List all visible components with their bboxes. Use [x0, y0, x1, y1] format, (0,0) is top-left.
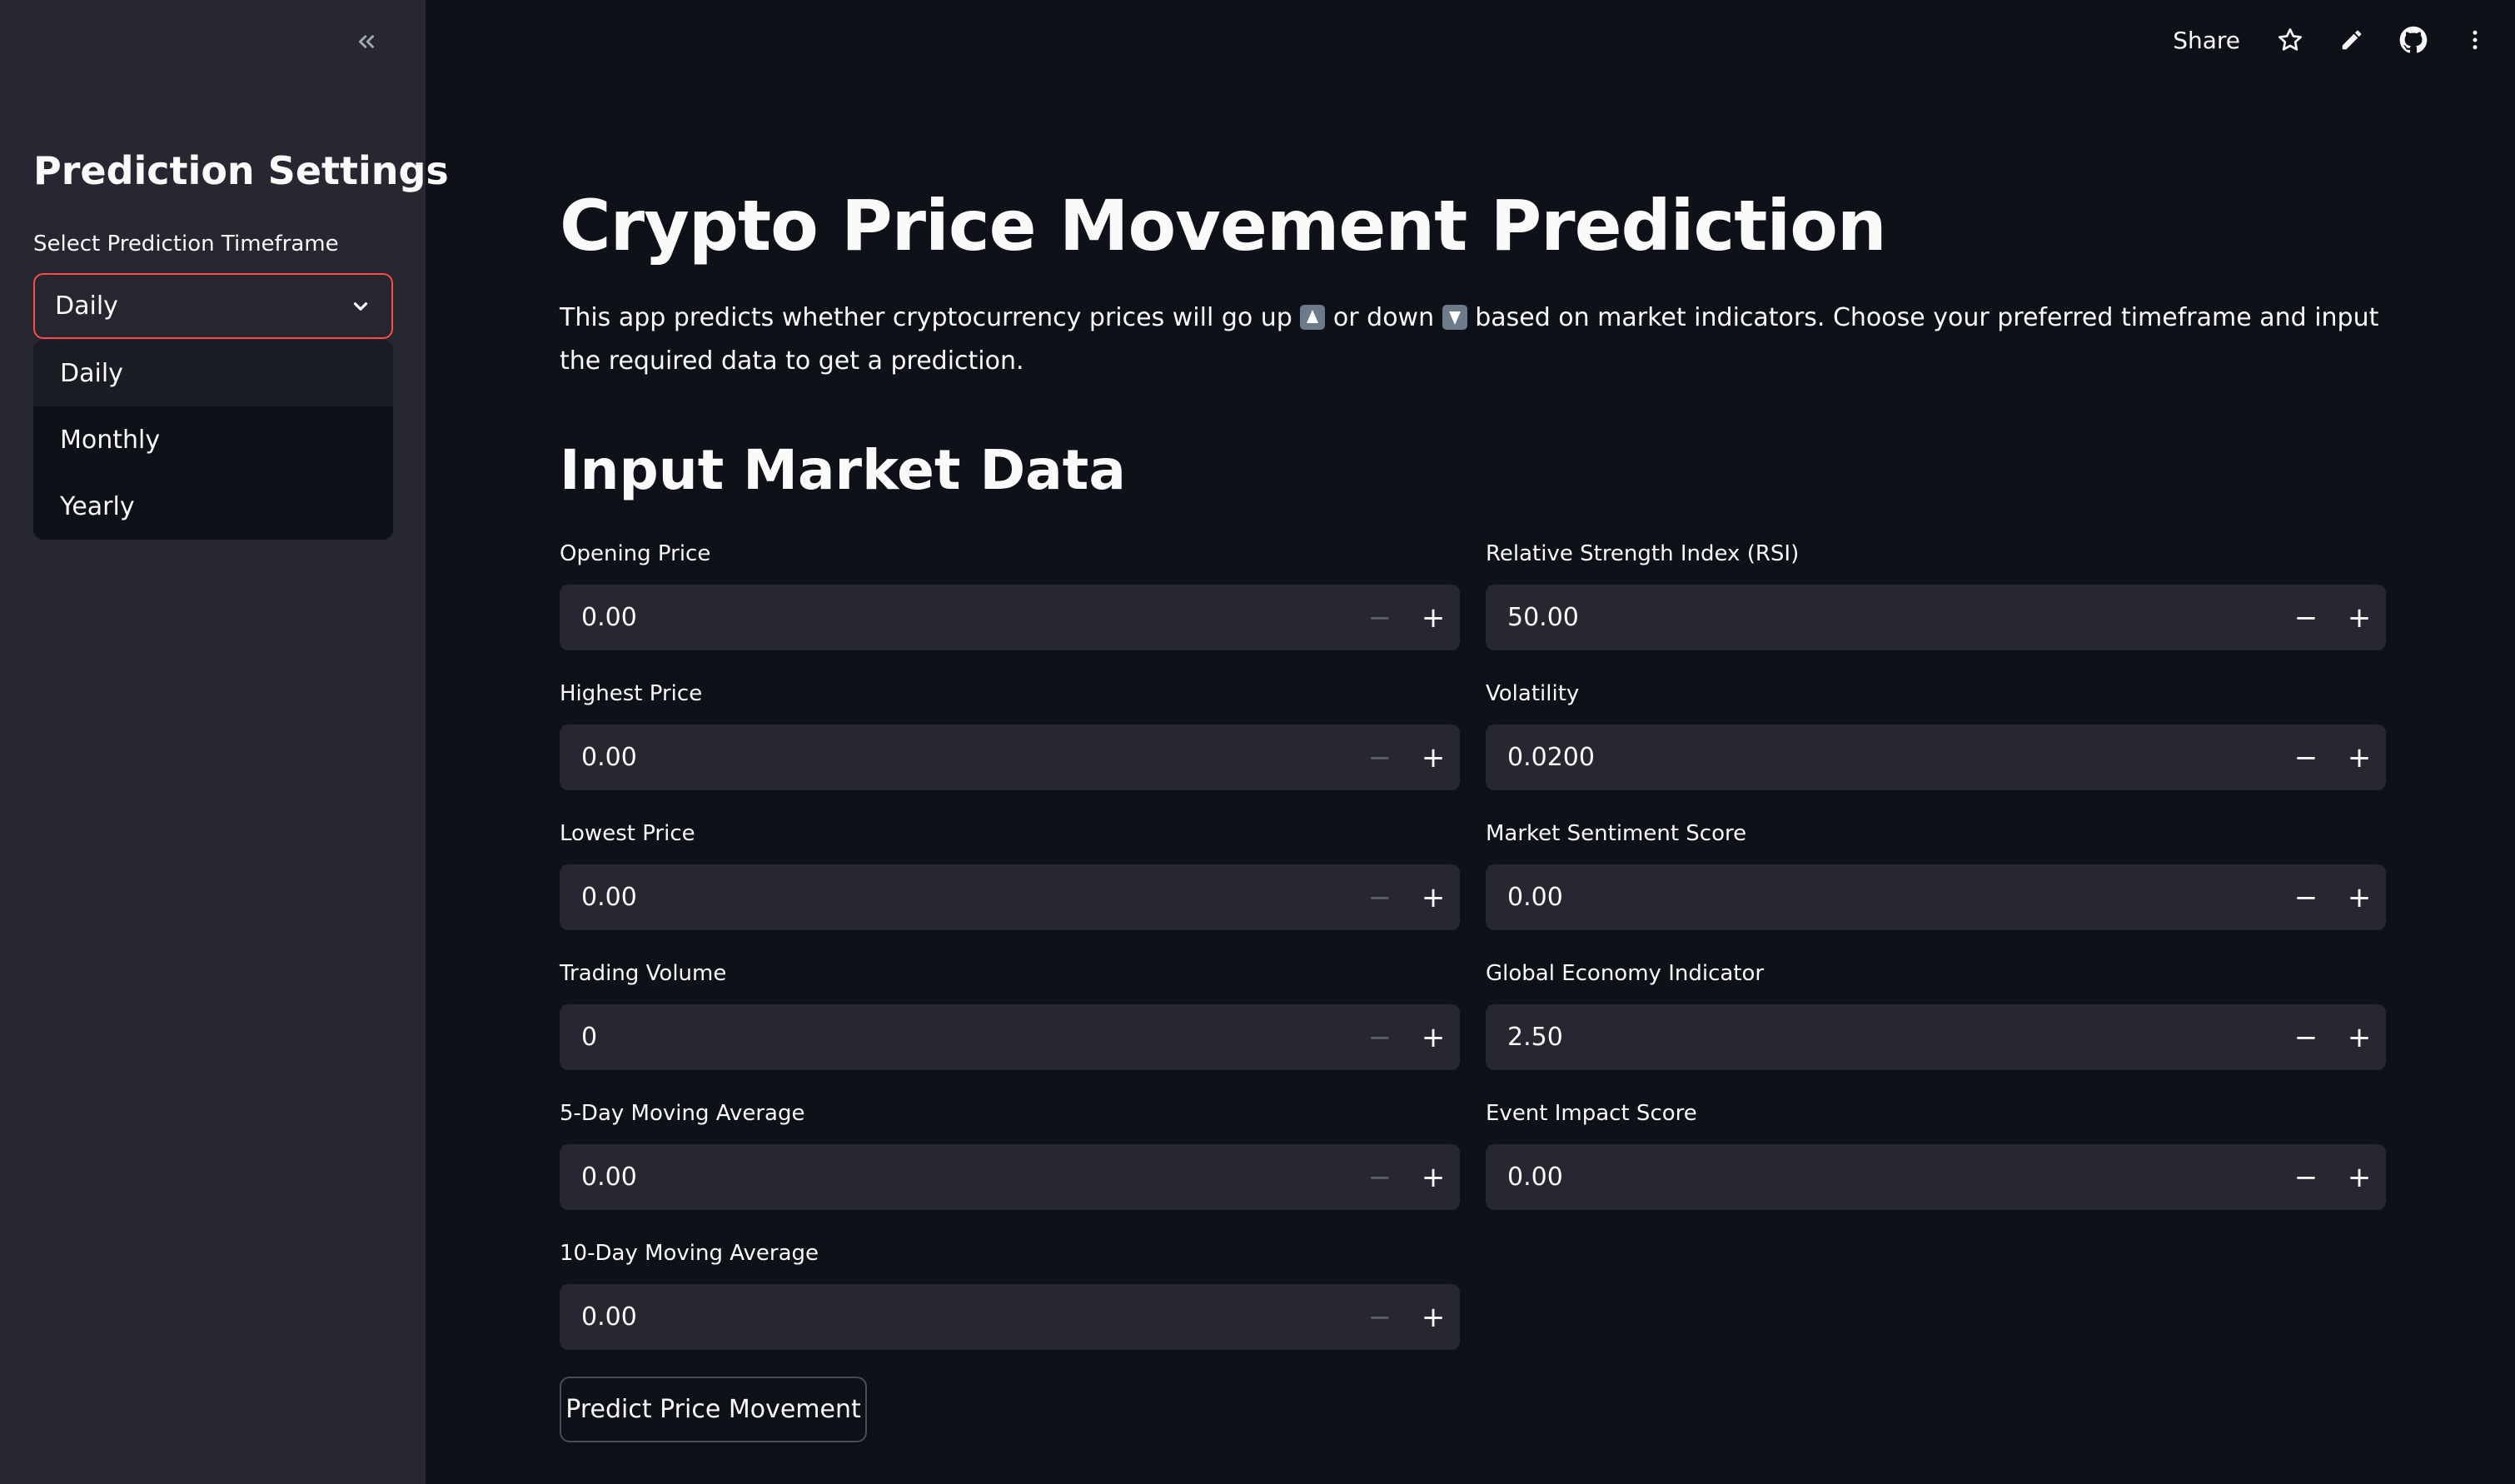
- trading-volume-decrement-button[interactable]: −: [1353, 1004, 1407, 1070]
- lowest-price-decrement-button[interactable]: −: [1353, 864, 1407, 930]
- header-toolbar: Share: [2173, 18, 2490, 62]
- trading-volume-input-wrapper: − +: [560, 1004, 1460, 1070]
- app: Prediction Settings Select Prediction Ti…: [0, 0, 2515, 1484]
- up-arrow-icon: [1300, 305, 1326, 330]
- volatility-input[interactable]: [1486, 725, 2279, 790]
- event-impact-input-wrapper: − +: [1486, 1144, 2386, 1210]
- sentiment-input-wrapper: − +: [1486, 864, 2386, 930]
- sentiment-label: Market Sentiment Score: [1486, 821, 1747, 846]
- ma10-input-wrapper: − +: [560, 1284, 1460, 1350]
- ma5-field: 5-Day Moving Average − +: [560, 1101, 1460, 1210]
- intro-text-part-2: or down: [1332, 303, 1435, 332]
- sentiment-decrement-button[interactable]: −: [2279, 864, 2333, 930]
- timeframe-option-daily[interactable]: Daily: [33, 340, 393, 406]
- chevron-down-icon: [353, 301, 368, 311]
- opening-price-increment-button[interactable]: +: [1407, 585, 1460, 650]
- timeframe-dropdown: Daily Monthly Yearly: [33, 340, 393, 540]
- collapse-sidebar-button[interactable]: [350, 25, 383, 58]
- event-impact-increment-button[interactable]: +: [2333, 1144, 2386, 1210]
- trading-volume-increment-button[interactable]: +: [1407, 1004, 1460, 1070]
- trading-volume-label: Trading Volume: [560, 961, 727, 986]
- timeframe-select[interactable]: Daily: [33, 273, 393, 339]
- volatility-input-wrapper: − +: [1486, 725, 2386, 790]
- sentiment-input[interactable]: [1486, 864, 2279, 930]
- ma10-decrement-button[interactable]: −: [1353, 1284, 1407, 1350]
- ma5-input[interactable]: [560, 1144, 1353, 1210]
- lowest-price-label: Lowest Price: [560, 821, 695, 846]
- economy-increment-button[interactable]: +: [2333, 1004, 2386, 1070]
- sentiment-increment-button[interactable]: +: [2333, 864, 2386, 930]
- opening-price-input-wrapper: − +: [560, 585, 1460, 650]
- page-title: Crypto Price Movement Prediction: [560, 185, 1887, 266]
- opening-price-label: Opening Price: [560, 541, 711, 566]
- rsi-decrement-button[interactable]: −: [2279, 585, 2333, 650]
- rsi-input-wrapper: − +: [1486, 585, 2386, 650]
- volatility-field: Volatility − +: [1486, 681, 2386, 790]
- opening-price-input[interactable]: [560, 585, 1353, 650]
- event-impact-input[interactable]: [1486, 1144, 2279, 1210]
- chevrons-left-icon: [359, 35, 374, 48]
- timeframe-option-monthly[interactable]: Monthly: [33, 406, 393, 473]
- highest-price-label: Highest Price: [560, 681, 703, 706]
- ma5-input-wrapper: − +: [560, 1144, 1460, 1210]
- ma5-label: 5-Day Moving Average: [560, 1101, 805, 1126]
- economy-input[interactable]: [1486, 1004, 2279, 1070]
- ma10-label: 10-Day Moving Average: [560, 1241, 819, 1266]
- ma5-increment-button[interactable]: +: [1407, 1144, 1460, 1210]
- event-impact-field: Event Impact Score − +: [1486, 1101, 2386, 1210]
- share-button[interactable]: Share: [2173, 27, 2240, 54]
- github-icon[interactable]: [2398, 25, 2428, 55]
- lowest-price-increment-button[interactable]: +: [1407, 864, 1460, 930]
- trading-volume-field: Trading Volume − +: [560, 961, 1460, 1070]
- event-impact-label: Event Impact Score: [1486, 1101, 1697, 1126]
- rsi-increment-button[interactable]: +: [2333, 585, 2386, 650]
- highest-price-input[interactable]: [560, 725, 1353, 790]
- more-vertical-icon[interactable]: [2460, 25, 2490, 55]
- ma10-increment-button[interactable]: +: [1407, 1284, 1460, 1350]
- predict-button[interactable]: Predict Price Movement: [560, 1377, 867, 1442]
- intro-text: This app predicts whether cryptocurrency…: [560, 296, 2392, 383]
- timeframe-option-yearly[interactable]: Yearly: [33, 473, 393, 540]
- rsi-input[interactable]: [1486, 585, 2279, 650]
- volatility-increment-button[interactable]: +: [2333, 725, 2386, 790]
- opening-price-decrement-button[interactable]: −: [1353, 585, 1407, 650]
- intro-text-part-1: This app predicts whether cryptocurrency…: [560, 303, 1292, 332]
- opening-price-field: Opening Price − +: [560, 541, 1460, 650]
- volatility-label: Volatility: [1486, 681, 1580, 706]
- economy-field: Global Economy Indicator − +: [1486, 961, 2386, 1070]
- ma10-input[interactable]: [560, 1284, 1353, 1350]
- sidebar-title: Prediction Settings: [33, 148, 449, 193]
- ma5-decrement-button[interactable]: −: [1353, 1144, 1407, 1210]
- highest-price-field: Highest Price − +: [560, 681, 1460, 790]
- timeframe-select-value: Daily: [55, 291, 118, 321]
- economy-label: Global Economy Indicator: [1486, 961, 1765, 986]
- sidebar: Prediction Settings Select Prediction Ti…: [0, 0, 449, 1484]
- lowest-price-input[interactable]: [560, 864, 1353, 930]
- trading-volume-input[interactable]: [560, 1004, 1353, 1070]
- highest-price-decrement-button[interactable]: −: [1353, 725, 1407, 790]
- economy-input-wrapper: − +: [1486, 1004, 2386, 1070]
- timeframe-select-label: Select Prediction Timeframe: [33, 232, 339, 256]
- pencil-icon[interactable]: [2337, 25, 2367, 55]
- rsi-field: Relative Strength Index (RSI) − +: [1486, 541, 2386, 650]
- highest-price-increment-button[interactable]: +: [1407, 725, 1460, 790]
- sentiment-field: Market Sentiment Score − +: [1486, 821, 2386, 930]
- star-icon[interactable]: [2275, 25, 2305, 55]
- event-impact-decrement-button[interactable]: −: [2279, 1144, 2333, 1210]
- volatility-decrement-button[interactable]: −: [2279, 725, 2333, 790]
- highest-price-input-wrapper: − +: [560, 725, 1460, 790]
- lowest-price-input-wrapper: − +: [560, 864, 1460, 930]
- down-arrow-icon: [1442, 305, 1467, 330]
- lowest-price-field: Lowest Price − +: [560, 821, 1460, 930]
- economy-decrement-button[interactable]: −: [2279, 1004, 2333, 1070]
- rsi-label: Relative Strength Index (RSI): [1486, 541, 1800, 566]
- section-title: Input Market Data: [560, 438, 1126, 502]
- ma10-field: 10-Day Moving Average − +: [560, 1241, 1460, 1350]
